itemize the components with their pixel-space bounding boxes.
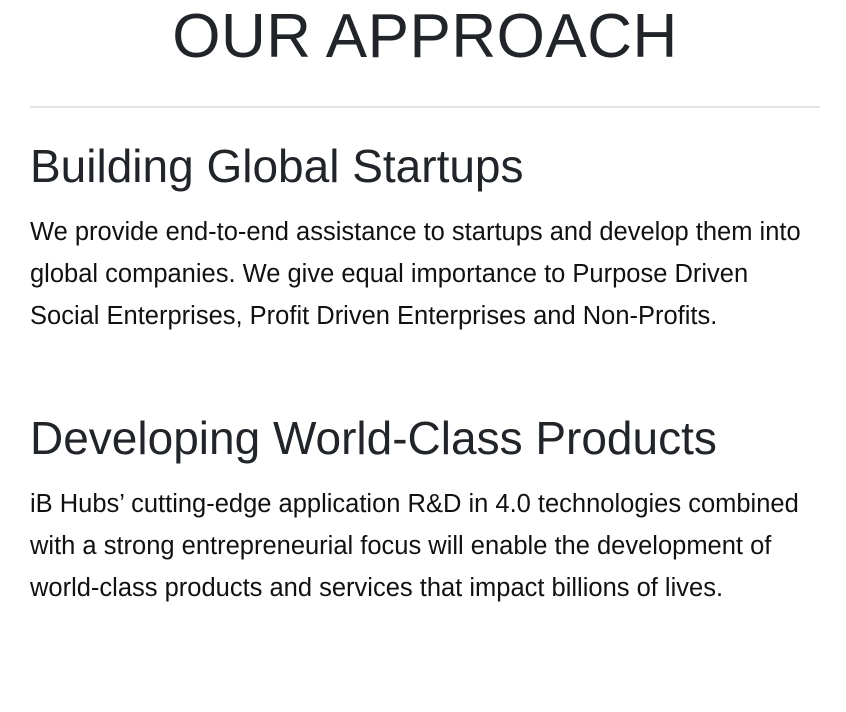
section-heading-global-startups: Building Global Startups [30,140,524,192]
section-heading-world-class-products: Developing World-Class Products [30,412,717,464]
title-divider [30,106,820,108]
section-body-world-class-products: iB Hubs’ cutting-edge application R&D in… [30,490,799,602]
section-body-global-startups: We provide end-to-end assistance to star… [30,218,801,330]
page-title: OUR APPROACH [172,2,678,71]
